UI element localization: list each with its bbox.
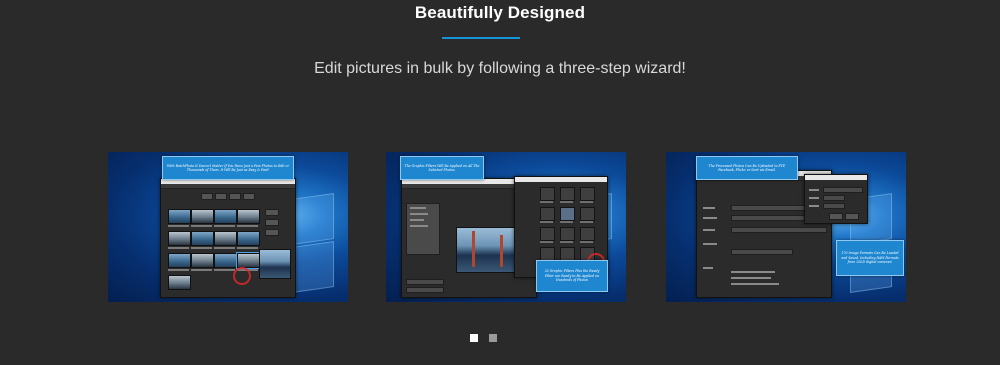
feature-callout: The Processed Photos Can Be Uploaded to …: [696, 156, 798, 180]
screenshot-slide-3[interactable]: The Processed Photos Can Be Uploaded to …: [666, 152, 906, 302]
watermark-logo: [233, 267, 251, 285]
windows-logo-pane: [292, 193, 334, 245]
carousel-dot[interactable]: [470, 334, 478, 342]
preview-photo: [456, 227, 516, 273]
windows-logo-pane: [292, 241, 334, 293]
section-title: Beautifully Designed: [414, 3, 586, 22]
section-subtitle: Edit pictures in bulk by following a thr…: [314, 60, 686, 77]
carousel-dot[interactable]: [489, 334, 497, 342]
upload-dialog: [804, 174, 868, 224]
feature-callout: The Graphic Filters Will Be Applied on A…: [400, 156, 484, 180]
app-window: [160, 178, 296, 298]
carousel-pagination: [0, 334, 1000, 344]
title-underline: [442, 37, 520, 39]
feature-callout: With BatchPhoto It Doesn't Matter If You…: [162, 156, 294, 180]
feature-callout: 20 Graphic Filters Plus the Ready Filter…: [536, 260, 608, 292]
feature-callout: 170 Image Formats Can Be Loaded and Save…: [836, 240, 904, 276]
preview-photo: [259, 249, 291, 279]
screenshot-slide-1[interactable]: With BatchPhoto It Doesn't Matter If You…: [108, 152, 348, 302]
screenshot-slide-2[interactable]: The Graphic Filters Will Be Applied on A…: [386, 152, 626, 302]
